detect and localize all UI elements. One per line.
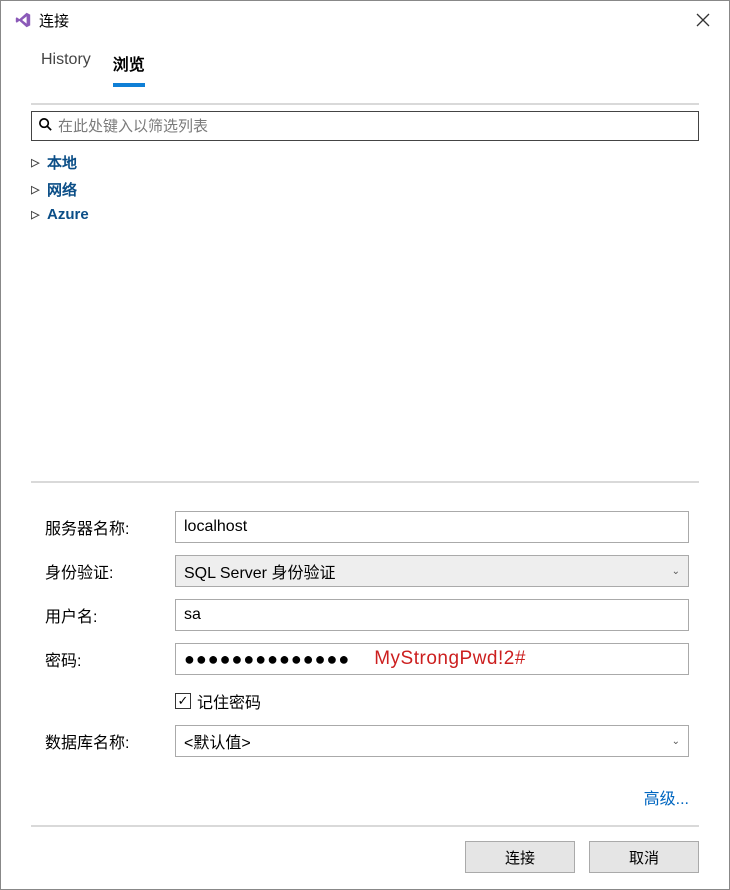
chevron-down-icon: ⌄ xyxy=(666,566,680,577)
connect-button[interactable]: 连接 xyxy=(465,841,575,873)
tree-item-label: 本地 xyxy=(47,152,77,173)
chevron-right-icon: ▷ xyxy=(31,156,47,169)
server-name-label: 服务器名称: xyxy=(45,515,175,539)
window-title: 连接 xyxy=(39,10,687,31)
tab-history[interactable]: History xyxy=(41,49,91,87)
tree-item-label: Azure xyxy=(47,206,89,223)
remember-password-label: 记住密码 xyxy=(197,689,261,713)
database-name-select[interactable]: <默认值> ⌄ xyxy=(175,725,689,757)
tree-item-local[interactable]: ▷ 本地 xyxy=(31,149,699,176)
tree-item-azure[interactable]: ▷ Azure xyxy=(31,203,699,226)
password-input[interactable]: ●●●●●●●●●●●●●● MyStrongPwd!2# xyxy=(175,643,689,675)
visual-studio-icon xyxy=(13,10,33,30)
tab-browse[interactable]: 浏览 xyxy=(113,49,145,87)
password-label: 密码: xyxy=(45,647,175,671)
search-input[interactable] xyxy=(58,113,698,139)
username-input[interactable] xyxy=(175,599,689,631)
authentication-label: 身份验证: xyxy=(45,559,175,583)
divider xyxy=(31,103,699,105)
cancel-button[interactable]: 取消 xyxy=(589,841,699,873)
authentication-select[interactable]: SQL Server 身份验证 ⌄ xyxy=(175,555,689,587)
search-icon xyxy=(32,117,58,135)
close-icon[interactable] xyxy=(687,4,719,36)
chevron-right-icon: ▷ xyxy=(31,208,47,221)
chevron-down-icon: ⌄ xyxy=(666,736,680,747)
tree-item-network[interactable]: ▷ 网络 xyxy=(31,176,699,203)
username-label: 用户名: xyxy=(45,603,175,627)
password-mask: ●●●●●●●●●●●●●● xyxy=(184,649,350,670)
tree-item-label: 网络 xyxy=(47,179,77,200)
chevron-right-icon: ▷ xyxy=(31,183,47,196)
checkbox-icon: ✓ xyxy=(175,693,191,709)
database-name-value: <默认值> xyxy=(184,729,666,753)
remember-password-checkbox[interactable]: ✓ 记住密码 xyxy=(175,689,689,713)
search-box[interactable] xyxy=(31,111,699,141)
advanced-link[interactable]: 高级... xyxy=(644,791,689,808)
server-name-input[interactable] xyxy=(175,511,689,543)
authentication-value: SQL Server 身份验证 xyxy=(184,559,666,583)
password-overlay-text: MyStrongPwd!2# xyxy=(374,648,526,670)
database-name-label: 数据库名称: xyxy=(45,729,175,753)
